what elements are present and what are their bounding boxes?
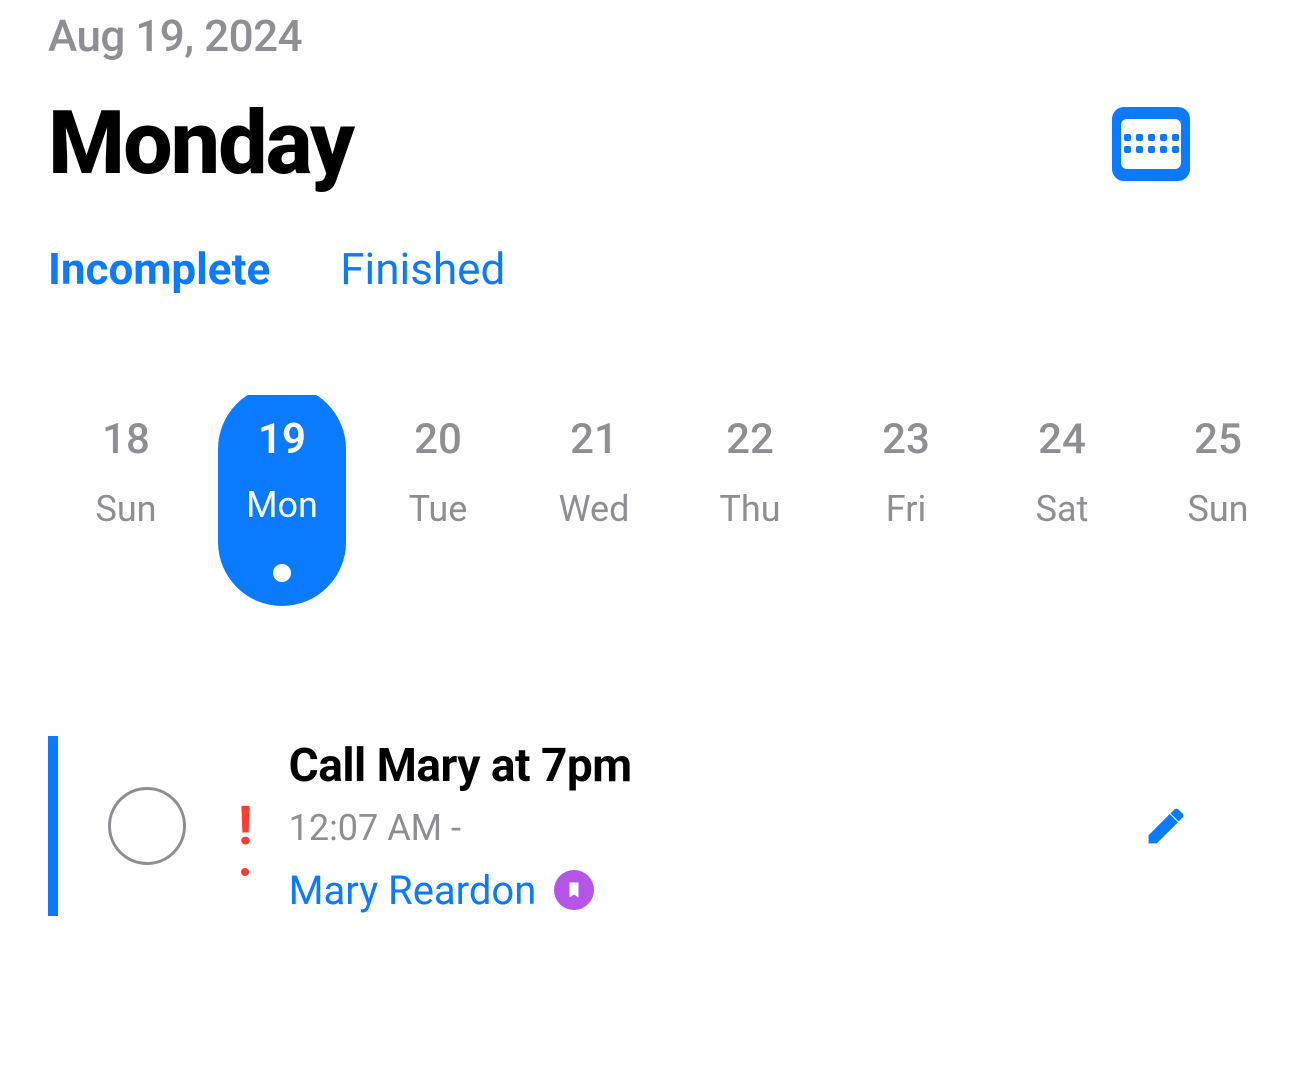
week-day-number: 18 — [102, 415, 150, 464]
calendar-day-view: Aug 19, 2024 Monday Incomplete Finished … — [0, 0, 1290, 1079]
week-day-label: Tue — [409, 488, 468, 530]
today-indicator-dot — [273, 564, 291, 582]
week-day-number: 25 — [1194, 415, 1242, 464]
week-day-number: 23 — [882, 415, 930, 464]
week-day-number: 19 — [258, 415, 306, 464]
week-day-25[interactable]: 25 Sun — [1140, 395, 1290, 606]
day-title: Monday — [48, 92, 353, 195]
week-day-label: Thu — [719, 488, 780, 530]
tab-finished[interactable]: Finished — [340, 243, 505, 295]
calendar-icon — [1121, 119, 1181, 169]
task-contact-row: Mary Reardon — [289, 867, 1142, 914]
week-day-24[interactable]: 24 Sat — [984, 395, 1140, 606]
week-day-label: Sun — [95, 488, 156, 530]
bookmark-icon[interactable] — [554, 870, 594, 910]
task-time: 12:07 AM - — [289, 807, 1142, 849]
date-label: Aug 19, 2024 — [48, 10, 1290, 62]
header-row: Monday — [48, 92, 1290, 195]
tab-incomplete[interactable]: Incomplete — [48, 243, 270, 295]
calendar-view-button[interactable] — [1112, 107, 1190, 181]
task-accent-bar — [48, 736, 58, 916]
week-day-label: Sun — [1187, 488, 1248, 530]
task-card[interactable]: ! Call Mary at 7pm 12:07 AM - Mary Reard… — [48, 736, 1290, 916]
week-day-number: 20 — [414, 415, 462, 464]
week-strip[interactable]: 18 Sun 19 Mon 20 Tue 21 Wed 22 Thu 23 Fr… — [48, 395, 1290, 606]
week-day-label: Wed — [559, 488, 630, 530]
week-day-number: 24 — [1038, 415, 1086, 464]
week-day-number: 22 — [726, 415, 774, 464]
edit-task-button[interactable] — [1142, 802, 1190, 850]
week-day-18[interactable]: 18 Sun — [48, 395, 204, 606]
week-day-22[interactable]: 22 Thu — [672, 395, 828, 606]
week-day-20[interactable]: 20 Tue — [360, 395, 516, 606]
week-day-label: Fri — [886, 488, 926, 530]
task-complete-checkbox[interactable] — [108, 787, 186, 865]
week-day-label: Sat — [1036, 488, 1089, 530]
priority-high-icon: ! — [238, 795, 253, 858]
week-day-number: 21 — [570, 415, 618, 464]
week-day-19-selected[interactable]: 19 Mon — [218, 395, 346, 606]
week-day-label: Mon — [246, 484, 318, 526]
week-day-21[interactable]: 21 Wed — [516, 395, 672, 606]
task-title: Call Mary at 7pm — [289, 739, 1142, 793]
filter-tabs: Incomplete Finished — [48, 243, 1290, 295]
task-time-sep: - — [442, 807, 461, 849]
task-body: Call Mary at 7pm 12:07 AM - Mary Reardon — [289, 739, 1142, 914]
task-time-value: 12:07 AM — [289, 807, 443, 849]
week-day-23[interactable]: 23 Fri — [828, 395, 984, 606]
task-contact-link[interactable]: Mary Reardon — [289, 867, 537, 914]
